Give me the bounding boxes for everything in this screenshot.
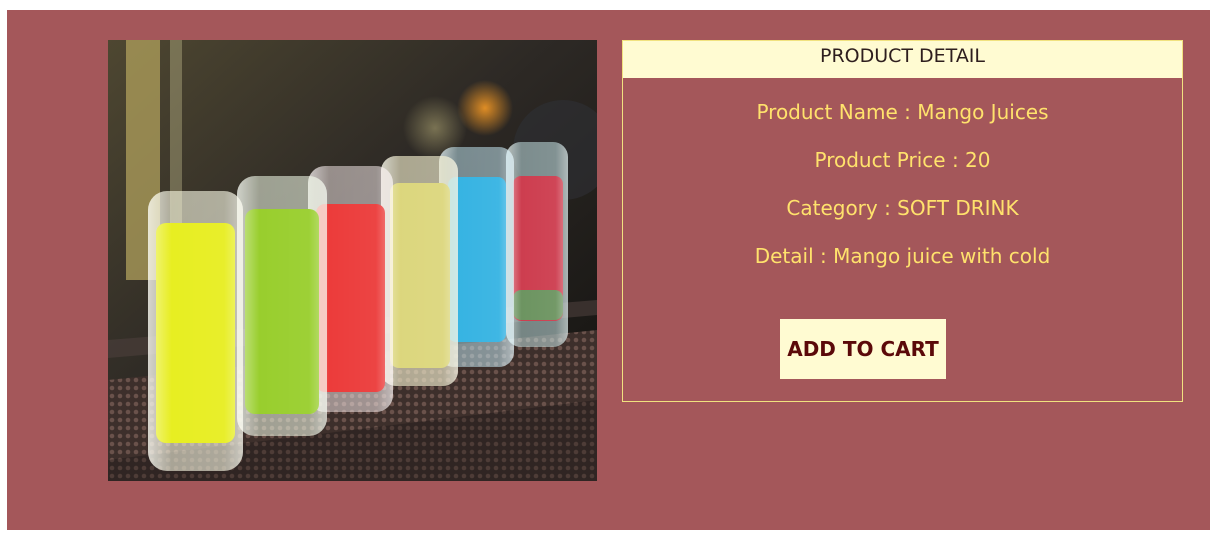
product-detail-panel: PRODUCT DETAIL Product Name : Mango Juic…: [7, 10, 1210, 530]
product-info-lines: Product Name : Mango Juices Product Pric…: [623, 99, 1182, 291]
add-to-cart-button[interactable]: ADD TO CART: [780, 319, 946, 379]
product-image: [108, 40, 597, 481]
product-category-text: Category : SOFT DRINK: [786, 196, 1019, 220]
product-price-text: Product Price : 20: [814, 148, 991, 172]
product-detail-header: PRODUCT DETAIL: [623, 41, 1182, 78]
colorful-drinks-image: [108, 40, 597, 481]
product-name-text: Product Name : Mango Juices: [756, 100, 1049, 124]
product-detail-box: PRODUCT DETAIL Product Name : Mango Juic…: [622, 40, 1183, 402]
product-description-text: Detail : Mango juice with cold: [754, 244, 1051, 268]
